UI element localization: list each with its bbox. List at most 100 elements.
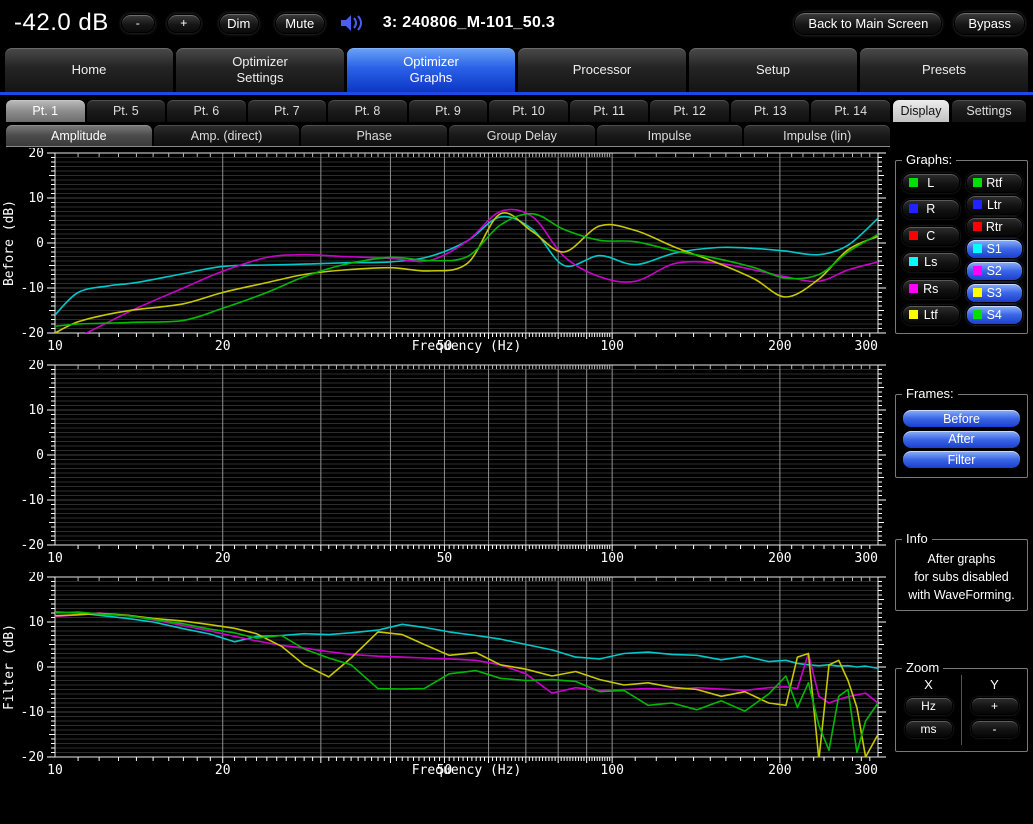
tab-pt-14[interactable]: Pt. 14 [811,100,890,122]
tab-pt-8[interactable]: Pt. 8 [328,100,407,122]
series-s2 [55,209,878,351]
zoom-x-hz-button[interactable]: Hz [905,697,953,715]
svg-text:Before (dB): Before (dB) [2,200,17,286]
channel-color-swatch [973,288,982,297]
tab-pt-11[interactable]: Pt. 11 [570,100,649,122]
info-section: Info After graphs for subs disabled with… [895,539,1028,611]
channel-button-s4[interactable]: S4 [966,305,1024,325]
mute-button[interactable]: Mute [275,13,325,34]
before-graph: -20-1001020Before (dB)102050100200300Fre… [0,148,890,360]
channel-button-c[interactable]: C [902,226,960,246]
frame-button-filter[interactable]: Filter [902,450,1021,469]
channel-button-ls[interactable]: Ls [902,252,960,272]
tab-home[interactable]: Home [5,48,173,92]
tab-impulse[interactable]: Impulse [597,125,743,146]
channel-button-l[interactable]: L [902,173,960,193]
info-line: for subs disabled [898,568,1025,586]
channel-color-swatch [909,231,918,240]
channel-button-s3[interactable]: S3 [966,283,1024,303]
main-nav-tabs: HomeOptimizer SettingsOptimizer GraphsPr… [5,48,1028,92]
svg-text:100: 100 [600,763,623,778]
tab-setup[interactable]: Setup [689,48,857,92]
channel-button-r[interactable]: R [902,199,960,219]
channel-button-rs[interactable]: Rs [902,279,960,299]
tab-group-delay[interactable]: Group Delay [449,125,595,146]
dim-button[interactable]: Dim [219,13,259,34]
tab-optimizer-graphs[interactable]: Optimizer Graphs [347,48,515,92]
bypass-button[interactable]: Bypass [954,12,1025,35]
tab-pt-7[interactable]: Pt. 7 [248,100,327,122]
channel-label: L [927,176,934,190]
tab-impulse-lin[interactable]: Impulse (lin) [744,125,890,146]
zoom-x-ms-button[interactable]: ms [905,720,953,738]
after-graph: -20-1001020102050100200300 [0,360,890,572]
svg-text:200: 200 [768,551,791,566]
svg-text:10: 10 [47,339,63,354]
tab-processor[interactable]: Processor [518,48,686,92]
volume-display: -42.0 dB [14,9,109,37]
svg-text:100: 100 [600,551,623,566]
tab-display[interactable]: Display [893,100,949,122]
tab-pt-6[interactable]: Pt. 6 [167,100,246,122]
channel-button-s1[interactable]: S1 [966,239,1024,259]
channel-button-ltf[interactable]: Ltf [902,305,960,325]
channel-label: S1 [987,242,1002,256]
channel-label: S3 [987,286,1002,300]
back-to-main-button[interactable]: Back to Main Screen [794,12,942,35]
series-s4 [55,612,878,752]
channel-button-rtr[interactable]: Rtr [966,217,1024,237]
svg-text:-10: -10 [21,705,44,720]
channel-color-swatch [909,204,918,213]
svg-text:20: 20 [215,551,231,566]
channel-color-swatch [973,200,982,209]
volume-up-button[interactable]: + [167,14,201,33]
tab-amp-direct[interactable]: Amp. (direct) [154,125,300,146]
frame-button-after[interactable]: After [902,430,1021,449]
svg-text:10: 10 [28,191,44,206]
svg-text:300: 300 [855,551,878,566]
view-tabs: DisplaySettings [893,100,1026,122]
tab-pt-12[interactable]: Pt. 12 [650,100,729,122]
zoom-y-column: Y + - [961,675,1027,745]
zoom-y-minus-button[interactable]: - [971,720,1019,738]
speaker-icon [339,12,365,34]
frame-button-before[interactable]: Before [902,409,1021,428]
channel-label: C [926,229,935,243]
svg-text:-10: -10 [21,493,44,508]
svg-text:Filter (dB): Filter (dB) [2,624,17,710]
tab-pt-9[interactable]: Pt. 9 [409,100,488,122]
svg-text:200: 200 [768,339,791,354]
sidebar: Graphs: LRCLsRsLtf RtfLtrRtrS1S2S3S4 Fra… [893,150,1030,790]
svg-text:Frequency (Hz): Frequency (Hz) [412,339,522,354]
tab-pt-10[interactable]: Pt. 10 [489,100,568,122]
channel-button-s2[interactable]: S2 [966,261,1024,281]
channel-column-left: LRC Ls Rs Ltf [902,173,960,325]
tab-optimizer-settings[interactable]: Optimizer Settings [176,48,344,92]
channel-color-swatch [973,244,982,253]
channel-label: Rtf [986,176,1002,190]
tab-pt-1[interactable]: Pt. 1 [6,100,85,122]
info-line: After graphs [898,550,1025,568]
channel-label: S2 [987,264,1002,278]
volume-down-button[interactable]: - [121,14,155,33]
graph-type-tabs: AmplitudeAmp. (direct)PhaseGroup DelayIm… [6,125,890,147]
tab-amplitude[interactable]: Amplitude [6,125,152,146]
channel-color-swatch [973,222,982,231]
svg-text:-20: -20 [21,326,44,341]
tab-presets[interactable]: Presets [860,48,1028,92]
tab-settings[interactable]: Settings [952,100,1026,122]
zoom-section: Zoom X Hz ms Y + - [895,668,1028,752]
zoom-y-plus-button[interactable]: + [971,697,1019,715]
svg-text:300: 300 [855,763,878,778]
svg-text:10: 10 [47,763,63,778]
svg-text:20: 20 [28,572,44,585]
svg-text:20: 20 [215,339,231,354]
tab-pt-5[interactable]: Pt. 5 [87,100,166,122]
channel-button-ltr[interactable]: Ltr [966,195,1024,215]
tab-pt-13[interactable]: Pt. 13 [731,100,810,122]
tab-phase[interactable]: Phase [301,125,447,146]
frames-section: Frames: BeforeAfterFilter [895,394,1028,478]
channel-button-rtf[interactable]: Rtf [966,173,1024,193]
channel-label: Rs [923,282,938,296]
channel-column-right: Rtf LtrRtr S1 S2 S3 S4 [966,173,1024,325]
